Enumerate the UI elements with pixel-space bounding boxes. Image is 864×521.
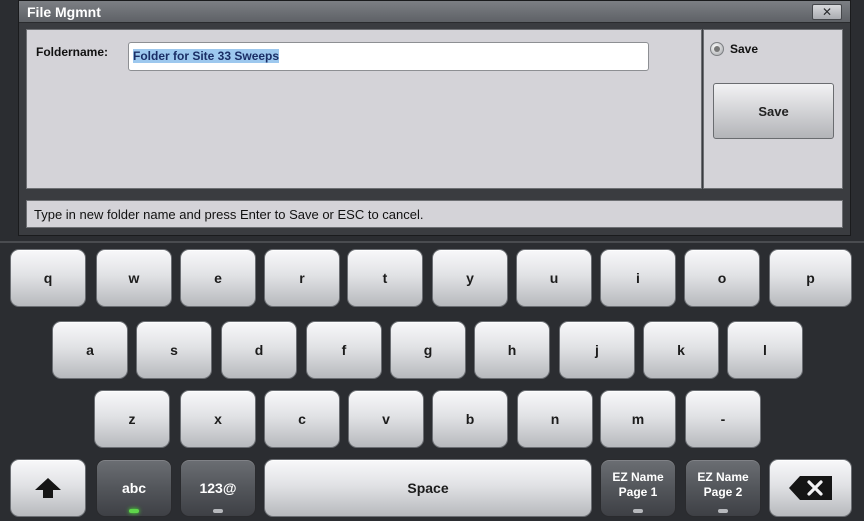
key-q[interactable]: q bbox=[10, 249, 86, 307]
foldername-value: Folder for Site 33 Sweeps bbox=[133, 49, 280, 63]
foldername-label: Foldername: bbox=[36, 45, 109, 59]
close-icon: ✕ bbox=[821, 5, 833, 19]
key-p[interactable]: p bbox=[769, 249, 852, 307]
key-r[interactable]: r bbox=[264, 249, 340, 307]
key-t[interactable]: t bbox=[347, 249, 423, 307]
ez-page2-line2: Page 2 bbox=[703, 485, 743, 499]
key-f[interactable]: f bbox=[306, 321, 382, 379]
save-button[interactable]: Save bbox=[713, 83, 834, 139]
title-bar: File Mgmnt ✕ bbox=[19, 1, 850, 23]
key-z[interactable]: z bbox=[94, 390, 170, 448]
ez-page2-indicator bbox=[718, 509, 728, 513]
key-s[interactable]: s bbox=[136, 321, 212, 379]
save-radio-label: Save bbox=[730, 42, 759, 56]
ez-page2-line1: EZ Name bbox=[697, 470, 749, 484]
key-i[interactable]: i bbox=[600, 249, 676, 307]
key-e[interactable]: e bbox=[180, 249, 256, 307]
key-m[interactable]: m bbox=[600, 390, 676, 448]
save-radio-button[interactable] bbox=[710, 42, 724, 56]
symbols-key[interactable]: 123@ bbox=[180, 459, 256, 517]
abc-key[interactable]: abc bbox=[96, 459, 172, 517]
key-k[interactable]: k bbox=[643, 321, 719, 379]
abc-active-indicator bbox=[129, 509, 139, 513]
status-bar: Type in new folder name and press Enter … bbox=[26, 200, 843, 228]
folder-panel: Foldername: Folder for Site 33 Sweeps bbox=[26, 29, 702, 189]
key-x[interactable]: x bbox=[180, 390, 256, 448]
key-b[interactable]: b bbox=[432, 390, 508, 448]
key-d[interactable]: d bbox=[221, 321, 297, 379]
key-dash[interactable]: - bbox=[685, 390, 761, 448]
shift-arrow-icon bbox=[33, 476, 63, 500]
foldername-input[interactable]: Folder for Site 33 Sweeps bbox=[128, 42, 649, 71]
key-c[interactable]: c bbox=[264, 390, 340, 448]
save-radio[interactable]: Save bbox=[710, 42, 758, 56]
key-l[interactable]: l bbox=[727, 321, 803, 379]
symbols-label: 123@ bbox=[199, 480, 237, 496]
key-a[interactable]: a bbox=[52, 321, 128, 379]
symbols-indicator bbox=[213, 509, 223, 513]
key-y[interactable]: y bbox=[432, 249, 508, 307]
ez-page1-line2: Page 1 bbox=[618, 485, 658, 499]
ez-page1-indicator bbox=[633, 509, 643, 513]
key-h[interactable]: h bbox=[474, 321, 550, 379]
dialog-title: File Mgmnt bbox=[27, 4, 101, 20]
abc-label: abc bbox=[121, 480, 147, 496]
key-g[interactable]: g bbox=[390, 321, 466, 379]
backspace-icon bbox=[788, 475, 834, 501]
ez-name-page1-key[interactable]: EZ Name Page 1 bbox=[600, 459, 676, 517]
backspace-key[interactable] bbox=[769, 459, 852, 517]
key-w[interactable]: w bbox=[96, 249, 172, 307]
space-key[interactable]: Space bbox=[264, 459, 592, 517]
key-u[interactable]: u bbox=[516, 249, 592, 307]
key-n[interactable]: n bbox=[517, 390, 593, 448]
key-o[interactable]: o bbox=[684, 249, 760, 307]
keyboard-divider bbox=[0, 241, 864, 243]
key-j[interactable]: j bbox=[559, 321, 635, 379]
save-panel: Save Save bbox=[703, 29, 843, 189]
file-mgmt-dialog: File Mgmnt ✕ Foldername: Folder for Site… bbox=[18, 0, 851, 236]
ez-page1-line1: EZ Name bbox=[612, 470, 664, 484]
shift-key[interactable] bbox=[10, 459, 86, 517]
close-button[interactable]: ✕ bbox=[812, 4, 842, 20]
key-v[interactable]: v bbox=[348, 390, 424, 448]
ez-name-page2-key[interactable]: EZ Name Page 2 bbox=[685, 459, 761, 517]
